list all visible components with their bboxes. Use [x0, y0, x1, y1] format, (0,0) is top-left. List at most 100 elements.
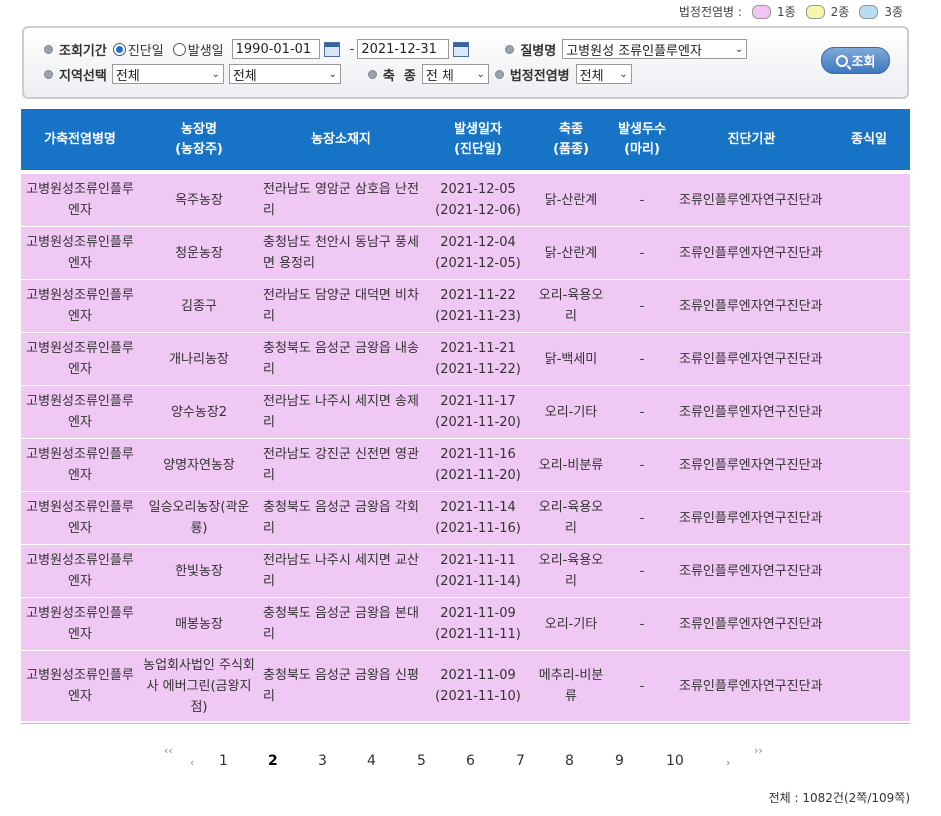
farm-name-cell[interactable]: 개나리농장	[139, 332, 259, 386]
search-panel: 조회기간 진단일 발생일 1990-01-01 - 2021-12-31 질병명…	[22, 26, 909, 99]
occurrence-date: 2021-12-05	[440, 182, 516, 197]
table-row[interactable]: 고병원성조류인플루엔자 양수농장2 전라남도 나주시 세지면 송제리 2021-11-…	[21, 385, 910, 439]
address-cell: 충청북도 음성군 금왕읍 본대리	[259, 597, 423, 651]
page-9-link[interactable]: 9	[615, 753, 624, 769]
region-label: 지역선택	[44, 65, 107, 84]
page-3-link[interactable]: 3	[318, 753, 327, 769]
col-header-date[interactable]: 발생일자 (진단일)	[423, 109, 533, 170]
farm-name-cell[interactable]: 매봉농장	[139, 597, 259, 651]
species-cell: 메추리-비분류	[533, 650, 609, 722]
page-6-link[interactable]: 6	[466, 753, 475, 769]
page-7-link[interactable]: 7	[516, 753, 525, 769]
col-header-agency[interactable]: 진단기관	[675, 109, 828, 170]
agency-cell: 조류인플루엔자연구진단과	[675, 174, 828, 227]
agency-cell: 조류인플루엔자연구진단과	[675, 491, 828, 545]
calendar-icon[interactable]	[453, 41, 470, 57]
end-date-cell	[828, 226, 910, 280]
col-header-count[interactable]: 발생두수 (마리)	[609, 109, 675, 170]
diagnosis-date: (2021-11-10)	[435, 689, 521, 704]
legend-label-1: 1종	[776, 5, 796, 19]
col-header-address[interactable]: 농장소재지	[259, 109, 423, 170]
legal-disease-select[interactable]: 전체 ⌄	[575, 64, 632, 84]
agency-cell: 조류인플루엔자연구진단과	[675, 544, 828, 598]
occurrence-date: 2021-11-21	[440, 341, 516, 356]
agency-cell: 조류인플루엔자연구진단과	[675, 226, 828, 280]
agency-cell: 조류인플루엔자연구진단과	[675, 385, 828, 439]
end-date-cell	[828, 332, 910, 386]
disease-cell: 고병원성조류인플루엔자	[21, 491, 139, 545]
calendar-icon[interactable]	[323, 41, 340, 57]
occurrence-date: 2021-11-16	[440, 447, 516, 462]
disease-cell: 고병원성조류인플루엔자	[21, 174, 139, 227]
count-cell: -	[609, 438, 675, 492]
page-5-link[interactable]: 5	[417, 753, 426, 769]
prev-page-button[interactable]: ‹	[190, 756, 194, 769]
radio-diagnosis-date[interactable]	[112, 42, 126, 56]
farm-name-cell[interactable]: 김종구	[139, 279, 259, 333]
chevron-down-icon: ⌄	[476, 68, 485, 80]
table-row[interactable]: 고병원성조류인플루엔자 김종구 전라남도 담양군 대덕면 비차리 2021-11-22…	[21, 279, 910, 333]
farm-name-cell[interactable]: 옥주농장	[139, 174, 259, 227]
table-row[interactable]: 고병원성조류인플루엔자 일승오리농장(곽운룡) 충청북도 음성군 금왕읍 각회리 20…	[21, 491, 910, 545]
region-province-select[interactable]: 전체 ⌄	[111, 64, 224, 84]
col-header-disease[interactable]: 가축전염병명	[21, 109, 139, 170]
date-from-input[interactable]: 1990-01-01	[231, 39, 320, 59]
farm-name-cell[interactable]: 청운농장	[139, 226, 259, 280]
chevron-down-icon: ⌄	[211, 68, 220, 80]
radio-diagnosis-label[interactable]: 진단일	[128, 40, 164, 59]
farm-name-cell[interactable]: 농업회사법인 주식회사 에버그린(금왕지점)	[139, 650, 259, 722]
diagnosis-date: (2021-11-14)	[435, 574, 521, 589]
table-row[interactable]: 고병원성조류인플루엔자 한빛농장 전라남도 나주시 세지면 교산리 2021-11-1…	[21, 544, 910, 598]
page-8-link[interactable]: 8	[565, 753, 574, 769]
legend-label-2: 2종	[830, 5, 850, 19]
last-page-button[interactable]: ››	[754, 744, 763, 757]
date-to-input[interactable]: 2021-12-31	[357, 39, 450, 59]
disease-select[interactable]: 고병원성 조류인플루엔자 ⌄	[562, 39, 748, 59]
diagnosis-date: (2021-11-23)	[435, 309, 521, 324]
region-city-select[interactable]: 전체 ⌄	[228, 64, 341, 84]
table-header-row: 가축전염병명 농장명 (농장주) 농장소재지 발생일자 (진단일) 축종 (품종…	[21, 109, 910, 170]
table-row[interactable]: 고병원성조류인플루엔자 매봉농장 충청북도 음성군 금왕읍 본대리 2021-11-0…	[21, 597, 910, 651]
total-count: 전체 : 1082건(2쪽/109쪽)	[768, 791, 910, 805]
species-cell: 오리-비분류	[533, 438, 609, 492]
species-cell: 오리-육용오리	[533, 279, 609, 333]
col-header-end-date[interactable]: 종식일	[828, 109, 910, 170]
col-header-farm[interactable]: 농장명 (농장주)	[139, 109, 259, 170]
legal-disease-label: 법정전염병	[494, 65, 570, 84]
table-row[interactable]: 고병원성조류인플루엔자 옥주농장 전라남도 영암군 삼호읍 난전리 2021-12-0…	[21, 174, 910, 227]
farm-name-cell[interactable]: 한빛농장	[139, 544, 259, 598]
species-select[interactable]: 전 체 ⌄	[421, 64, 489, 84]
bullet-icon	[367, 69, 377, 79]
search-button[interactable]: 조회	[821, 47, 890, 74]
table-row[interactable]: 고병원성조류인플루엔자 청운농장 충청남도 천안시 동남구 풍세면 용정리 2021-…	[21, 226, 910, 280]
disease-cell: 고병원성조류인플루엔자	[21, 279, 139, 333]
next-page-button[interactable]: ›	[726, 756, 730, 769]
page-4-link[interactable]: 4	[367, 753, 376, 769]
farm-name-cell[interactable]: 일승오리농장(곽운룡)	[139, 491, 259, 545]
disease-cell: 고병원성조류인플루엔자	[21, 597, 139, 651]
end-date-cell	[828, 597, 910, 651]
diagnosis-date: (2021-11-16)	[435, 521, 521, 536]
col-header-species[interactable]: 축종 (품종)	[533, 109, 609, 170]
legend-label-3: 3종	[884, 5, 903, 19]
table-row[interactable]: 고병원성조류인플루엔자 개나리농장 충청북도 음성군 금왕읍 내송리 2021-11-…	[21, 332, 910, 386]
species-cell: 닭-산란계	[533, 174, 609, 227]
page-10-link[interactable]: 10	[666, 753, 684, 769]
table-row[interactable]: 고병원성조류인플루엔자 양명자연농장 전라남도 강진군 신전면 영관리 2021-11…	[21, 438, 910, 492]
table-row[interactable]: 고병원성조류인플루엔자 농업회사법인 주식회사 에버그린(금왕지점) 충청북도 음성…	[21, 650, 910, 722]
radio-occurrence-label[interactable]: 발생일	[188, 40, 224, 59]
page-2-current[interactable]: 2	[268, 753, 278, 769]
page-1-link[interactable]: 1	[219, 753, 228, 769]
end-date-cell	[828, 279, 910, 333]
count-cell: -	[609, 332, 675, 386]
date-cell: 2021-11-09 (2021-11-11)	[423, 597, 533, 651]
farm-name-cell[interactable]: 양수농장2	[139, 385, 259, 439]
first-page-button[interactable]: ‹‹	[164, 744, 173, 757]
species-cell: 오리-기타	[533, 597, 609, 651]
end-date-cell	[828, 544, 910, 598]
table-bottom-border	[21, 723, 910, 724]
farm-name-cell[interactable]: 양명자연농장	[139, 438, 259, 492]
disease-cell: 고병원성조류인플루엔자	[21, 438, 139, 492]
end-date-cell	[828, 385, 910, 439]
radio-occurrence-date[interactable]	[172, 42, 186, 56]
